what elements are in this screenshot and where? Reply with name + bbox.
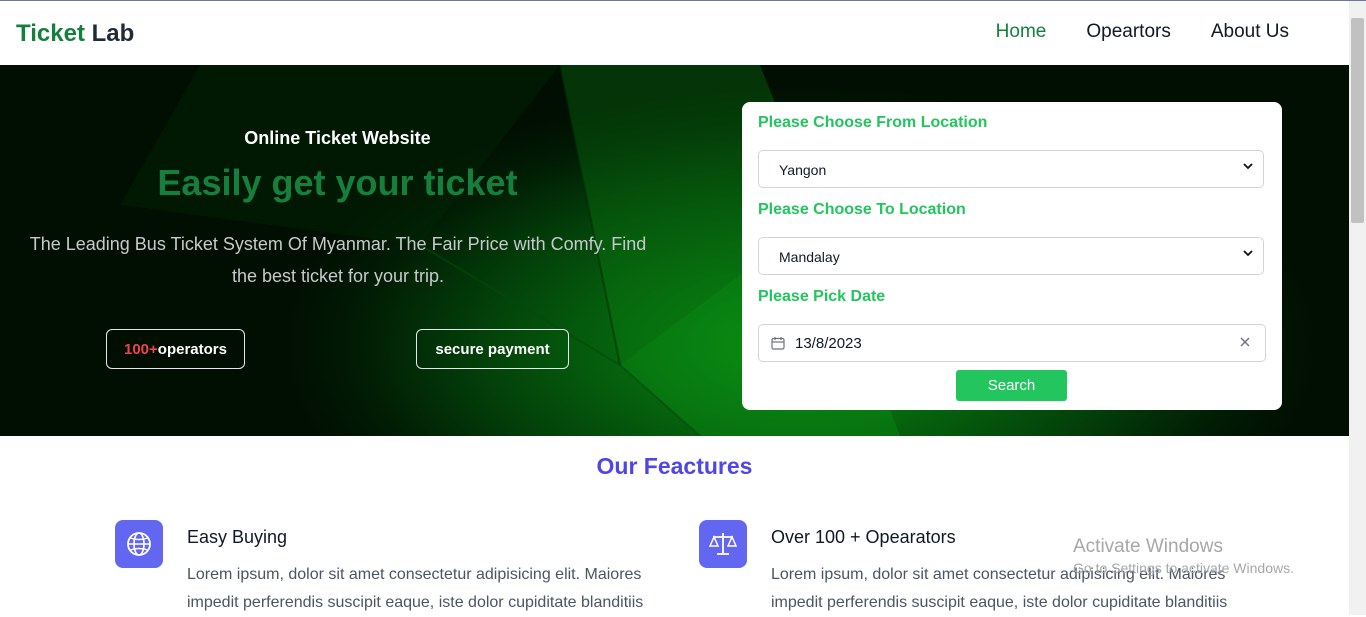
search-button[interactable]: Search: [956, 370, 1067, 401]
date-picker-input[interactable]: 13/8/2023: [758, 324, 1266, 362]
nav-link-operators[interactable]: Opeartors: [1086, 21, 1170, 43]
brand-logo[interactable]: Ticket Lab: [16, 20, 134, 48]
to-location-value: Mandalay: [779, 249, 840, 265]
from-location-value: Yangon: [779, 162, 827, 178]
nav-link-about-us[interactable]: About Us: [1211, 21, 1289, 43]
hero-description: The Leading Bus Ticket System Of Myanmar…: [29, 234, 647, 286]
close-icon[interactable]: [1239, 336, 1251, 348]
features-title: Our Feactures: [596, 453, 753, 479]
activate-windows-watermark-subtitle: Go to Settings to activate Windows.: [1073, 560, 1294, 576]
calendar-icon: [771, 337, 785, 350]
to-location-label: Please Choose To Location: [758, 201, 966, 218]
feature-title-operators: Over 100 + Opearators: [771, 527, 956, 547]
search-form-card: Please Choose From Location Yangon Pleas…: [742, 102, 1282, 410]
date-value: 13/8/2023: [795, 335, 862, 352]
brand-name-part1: Ticket: [16, 20, 85, 47]
from-location-select[interactable]: Yangon: [758, 150, 1264, 188]
date-label: Please Pick Date: [758, 288, 886, 305]
feature-text-easy-buying: Lorem ipsum, dolor sit amet consectetur …: [187, 566, 644, 611]
operators-badge-number: 100+: [124, 340, 158, 358]
operators-badge[interactable]: 100+ operators: [106, 329, 245, 369]
scale-icon: [699, 520, 747, 568]
scrollbar-thumb[interactable]: [1351, 18, 1364, 223]
navbar: Ticket Lab Home Opeartors About Us: [0, 1, 1349, 65]
globe-icon: [115, 520, 163, 568]
chevron-down-icon: [1243, 163, 1253, 170]
chevron-down-icon: [1243, 250, 1253, 257]
nav-links: Home Opeartors About Us: [996, 21, 1289, 43]
to-location-select[interactable]: Mandalay: [758, 237, 1264, 275]
operators-badge-label: operators: [157, 340, 227, 358]
secure-payment-badge[interactable]: secure payment: [416, 329, 569, 369]
hero-title: Easily get your ticket: [157, 162, 518, 203]
from-location-label: Please Choose From Location: [758, 114, 988, 131]
feature-title-easy-buying: Easy Buying: [187, 527, 288, 547]
hero-kicker: Online Ticket Website: [244, 128, 431, 148]
nav-link-home[interactable]: Home: [996, 21, 1047, 43]
activate-windows-watermark-title: Activate Windows: [1073, 536, 1223, 557]
brand-name-part2: Lab: [91, 20, 135, 47]
